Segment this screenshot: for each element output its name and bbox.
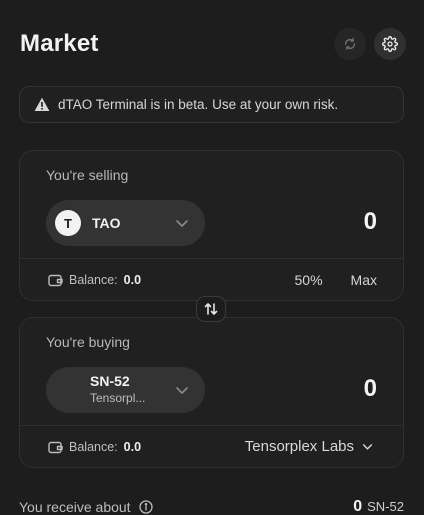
settings-button[interactable] (374, 28, 406, 60)
header: Market (20, 28, 406, 60)
sell-token-selector[interactable]: T TAO (46, 200, 205, 246)
swap-direction-button[interactable] (196, 296, 226, 322)
receive-value: 0 SN-52 (353, 498, 404, 515)
warning-icon (34, 97, 50, 111)
market-panel: Market dTAO Terminal is in beta. Use at (0, 0, 424, 515)
wallet-icon (48, 274, 63, 287)
subnet-name: Tensorplex Labs (244, 438, 354, 455)
buying-label: You're buying (46, 334, 130, 350)
chevron-down-icon (362, 444, 373, 450)
buy-amount-input[interactable]: 0 (364, 375, 377, 403)
info-icon[interactable] (138, 500, 153, 514)
receive-label: You receive about (19, 499, 131, 515)
sell-balance-value: 0.0 (123, 273, 142, 287)
receive-unit: SN-52 (367, 499, 404, 514)
buy-balance: Balance: 0.0 (48, 440, 141, 454)
selling-card: You're selling T TAO 0 Balance: 0.0 50% … (19, 150, 404, 301)
subnet-selector[interactable]: Tensorplex Labs (245, 438, 373, 455)
refresh-button[interactable] (334, 28, 366, 60)
sell-balance: Balance: 0.0 (48, 273, 141, 287)
half-button[interactable]: 50% (295, 272, 323, 288)
receive-amount: 0 (353, 498, 363, 515)
refresh-icon (344, 38, 356, 50)
buy-token-symbol: SN-52 (90, 373, 130, 389)
warning-text: dTAO Terminal is in beta. Use at your ow… (58, 97, 339, 112)
max-button[interactable]: Max (351, 272, 377, 288)
chevron-down-icon (176, 387, 188, 394)
sell-amount-input[interactable]: 0 (364, 208, 377, 236)
buy-balance-value: 0.0 (123, 440, 142, 454)
sell-token-symbol: TAO (92, 215, 121, 231)
header-actions (334, 28, 406, 60)
sell-balance-label: Balance: (69, 273, 118, 287)
buying-card: You're buying SN-52 Tensorpl... 0 Balanc… (19, 317, 404, 468)
tao-logo-icon: T (55, 210, 81, 236)
quick-amount-buttons: 50% Max (295, 272, 377, 288)
gear-icon (382, 36, 398, 52)
wallet-icon (48, 441, 63, 454)
divider (20, 258, 403, 259)
swap-arrows-icon (204, 303, 218, 315)
page-title: Market (20, 30, 99, 57)
buy-balance-label: Balance: (69, 440, 118, 454)
buy-token-text: SN-52 Tensorpl... (90, 373, 145, 406)
receive-label-group: You receive about (19, 499, 153, 515)
buy-token-name: Tensorpl... (90, 391, 146, 405)
selling-label: You're selling (46, 167, 129, 183)
divider (20, 425, 403, 426)
buy-token-selector[interactable]: SN-52 Tensorpl... (46, 367, 205, 413)
beta-warning-banner: dTAO Terminal is in beta. Use at your ow… (19, 86, 404, 123)
chevron-down-icon (176, 220, 188, 227)
receive-summary: You receive about 0 SN-52 (19, 498, 404, 515)
